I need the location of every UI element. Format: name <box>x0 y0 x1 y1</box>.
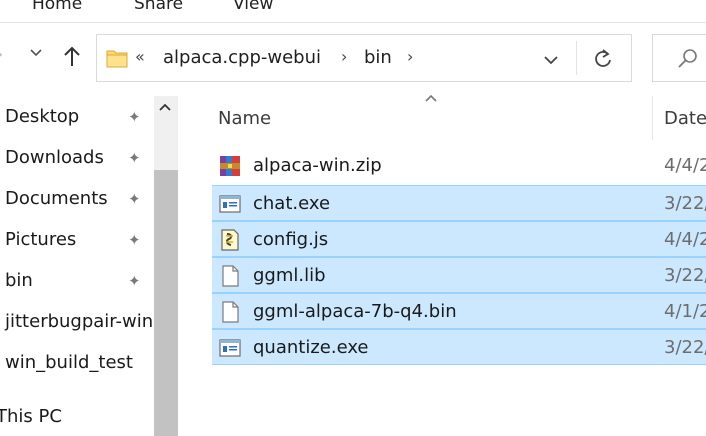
search-box[interactable] <box>652 34 706 82</box>
generic-file-icon <box>222 265 239 287</box>
scroll-up-button[interactable] <box>158 100 172 116</box>
pin-icon: ✦ <box>128 149 141 167</box>
recent-locations-button[interactable] <box>30 46 42 62</box>
breadcrumb-separator[interactable]: › <box>341 47 347 66</box>
file-row[interactable]: config.js 4/4/2 <box>212 221 706 257</box>
back-button[interactable]: › <box>0 44 3 65</box>
address-dropdown-button[interactable] <box>543 51 559 70</box>
arrow-left-icon: › <box>0 44 3 65</box>
tab-view[interactable]: View <box>233 0 273 14</box>
file-date: 4/4/2 <box>664 155 706 176</box>
file-name: alpaca-win.zip <box>253 155 382 176</box>
arrow-up-icon <box>64 46 80 66</box>
breadcrumb-separator-end[interactable]: › <box>407 47 413 66</box>
file-name: config.js <box>253 229 329 250</box>
chevron-up-icon <box>159 103 171 111</box>
address-divider <box>576 41 577 75</box>
sidebar-item-bin[interactable]: bin <box>5 270 33 291</box>
sort-ascending-icon <box>424 88 438 107</box>
sidebar-item-pictures[interactable]: Pictures <box>5 229 76 250</box>
script-file-icon <box>221 229 239 251</box>
sidebar-item-documents[interactable]: Documents <box>5 188 108 209</box>
ribbon-divider <box>0 22 706 23</box>
file-name: ggml.lib <box>253 265 326 286</box>
sidebar-item-win-build-test[interactable]: win_build_test <box>5 352 133 373</box>
address-bar[interactable]: « alpaca.cpp-webui › bin › <box>96 34 632 82</box>
file-name: quantize.exe <box>253 337 369 358</box>
up-button[interactable] <box>62 44 82 73</box>
file-date: 4/1/2 <box>664 301 706 322</box>
file-row[interactable]: quantize.exe 3/22/ <box>212 329 706 365</box>
pin-icon: ✦ <box>128 231 141 249</box>
file-date: 4/4/2 <box>664 229 706 250</box>
breadcrumb-alpaca-cpp-webui[interactable]: alpaca.cpp-webui <box>163 47 321 68</box>
zip-archive-icon <box>220 156 240 176</box>
sidebar-item-this-pc[interactable]: This PC <box>0 406 62 427</box>
column-header-date[interactable]: Date <box>664 108 706 129</box>
application-icon <box>219 195 241 213</box>
ribbon: Home Share View <box>0 0 706 22</box>
pin-icon: ✦ <box>128 190 141 208</box>
column-divider[interactable] <box>652 96 653 140</box>
file-name: chat.exe <box>253 193 331 214</box>
file-name: ggml-alpaca-7b-q4.bin <box>253 301 457 322</box>
sidebar-item-downloads[interactable]: Downloads <box>5 147 104 168</box>
sidebar-item-desktop[interactable]: Desktop <box>5 106 79 127</box>
file-row[interactable]: ggml.lib 3/22/ <box>212 257 706 293</box>
tab-home[interactable]: Home <box>32 0 82 14</box>
file-date: 3/22/ <box>664 337 706 358</box>
application-icon <box>219 339 241 357</box>
sidebar-scrollbar-thumb[interactable] <box>154 170 178 436</box>
file-date: 3/22/ <box>664 265 706 286</box>
file-row[interactable]: ggml-alpaca-7b-q4.bin 4/1/2 <box>212 293 706 329</box>
column-header-name[interactable]: Name <box>218 108 271 129</box>
navigation-pane: Desktop ✦ Downloads ✦ Documents ✦ Pictur… <box>0 96 180 436</box>
folder-icon <box>106 50 128 68</box>
refresh-button[interactable] <box>593 47 613 73</box>
refresh-icon <box>595 49 611 67</box>
chevron-down-icon <box>30 49 42 57</box>
pin-icon: ✦ <box>128 272 141 290</box>
tab-share[interactable]: Share <box>134 0 183 14</box>
breadcrumb-overflow[interactable]: « <box>135 47 145 66</box>
chevron-down-icon <box>544 56 558 65</box>
search-icon <box>678 49 697 68</box>
sidebar-item-jitterbugpair-win[interactable]: jitterbugpair-win <box>5 311 153 332</box>
file-row[interactable]: alpaca-win.zip 4/4/2 <box>212 148 706 184</box>
generic-file-icon <box>222 301 239 323</box>
file-date: 3/22/ <box>664 193 706 214</box>
pin-icon: ✦ <box>128 108 141 126</box>
breadcrumb-bin[interactable]: bin <box>364 47 392 68</box>
file-row[interactable]: chat.exe 3/22/ <box>212 185 706 221</box>
